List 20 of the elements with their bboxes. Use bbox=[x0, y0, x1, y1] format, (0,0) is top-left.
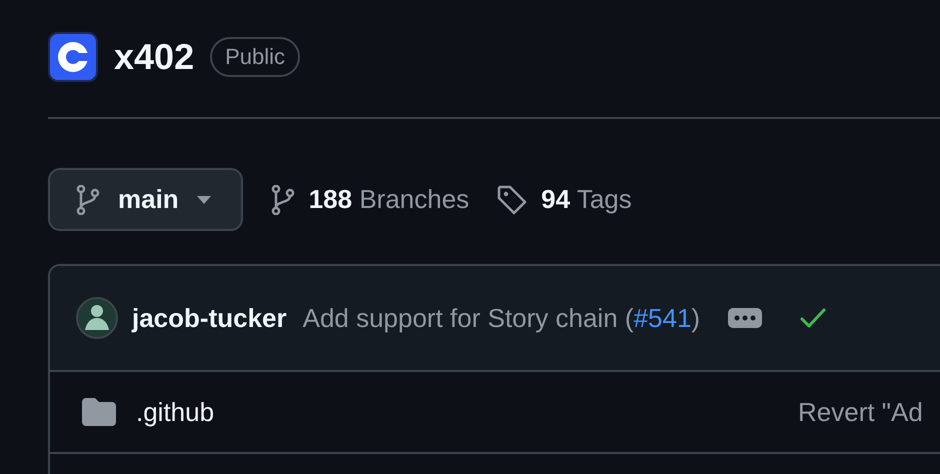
repo-name[interactable]: x402 bbox=[114, 36, 194, 78]
branches-link[interactable]: 188 Branches bbox=[270, 184, 470, 215]
pull-request-link[interactable]: #541 bbox=[634, 302, 692, 332]
check-icon[interactable] bbox=[800, 308, 826, 328]
logo-icon bbox=[48, 32, 98, 82]
folder-icon bbox=[82, 398, 116, 426]
avatar[interactable] bbox=[76, 297, 118, 339]
branch-icon bbox=[270, 184, 295, 214]
ellipsis-button[interactable] bbox=[728, 308, 762, 328]
tags-link[interactable]: 94 Tags bbox=[497, 184, 632, 215]
branch-icon bbox=[76, 184, 100, 214]
commit-author[interactable]: jacob-tucker bbox=[132, 302, 287, 334]
file-commit-message[interactable]: Revert "Ad bbox=[798, 396, 940, 428]
commit-message[interactable]: Add support for Story chain (#541) bbox=[302, 302, 700, 334]
visibility-badge: Public bbox=[210, 37, 300, 77]
caret-icon bbox=[196, 196, 211, 204]
file-name[interactable]: .github bbox=[136, 396, 214, 428]
tag-icon bbox=[497, 184, 528, 214]
branch-selector[interactable]: main bbox=[48, 168, 243, 231]
ellipsis-icon bbox=[734, 315, 756, 321]
